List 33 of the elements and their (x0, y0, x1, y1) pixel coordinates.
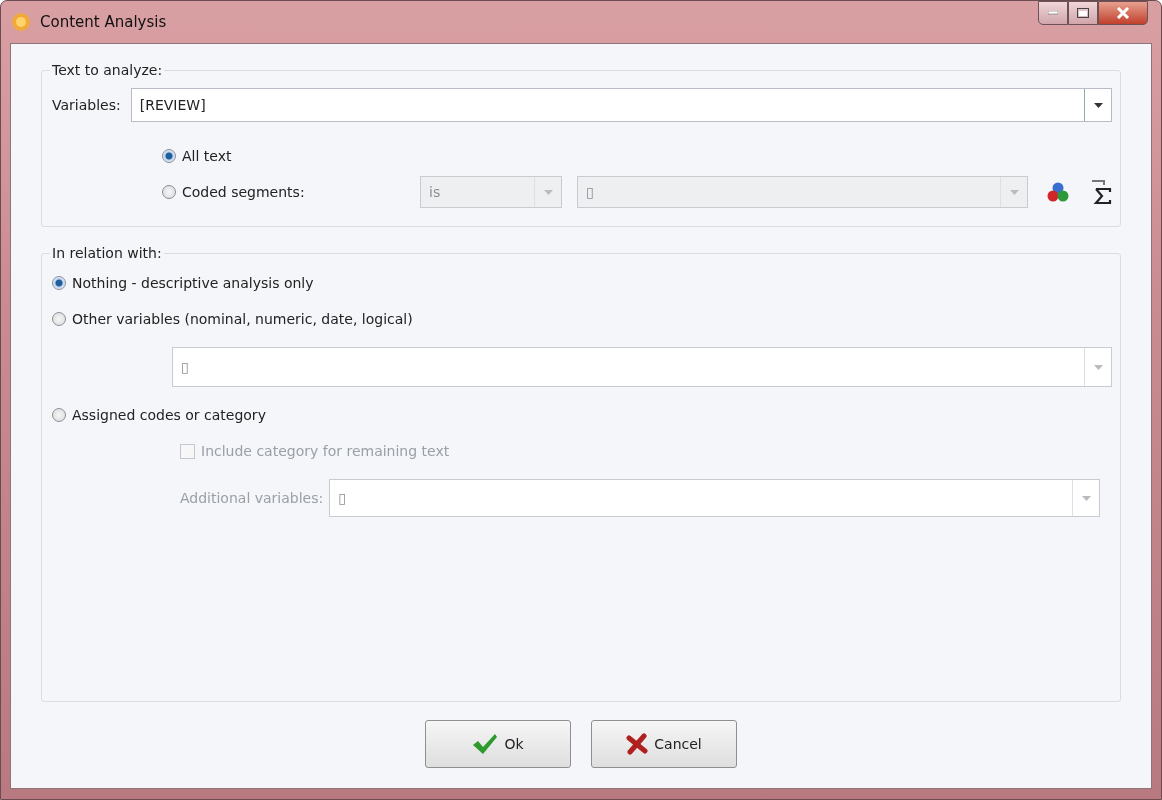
group-title: Text to analyze: (51, 62, 164, 78)
radio-option[interactable]: Coded segments: (162, 184, 305, 200)
dropdown-arrow-icon (1009, 189, 1019, 195)
group-title: In relation with: (51, 245, 163, 261)
radio-option[interactable]: Nothing - descriptive analysis only (52, 275, 314, 291)
radio-button[interactable] (162, 149, 176, 163)
window-title: Content Analysis (40, 13, 167, 31)
maximize-icon (1077, 8, 1089, 18)
field-label: Additional variables: (180, 490, 324, 506)
radio-option[interactable]: All text (162, 148, 232, 164)
radio-option[interactable]: Assigned codes or category (52, 407, 266, 423)
variables-dropdown[interactable]: [REVIEW] (130, 88, 1112, 122)
ok-button[interactable]: Ok (425, 720, 571, 768)
app-icon (10, 11, 32, 33)
minimize-button[interactable] (1038, 1, 1068, 25)
dropdown-arrow-icon (1093, 102, 1103, 108)
code-colors-icon[interactable] (1046, 180, 1070, 204)
dropdown-arrow-icon (1093, 364, 1103, 370)
close-icon (1116, 7, 1130, 19)
radio-button[interactable] (52, 312, 66, 326)
dropdown-arrow-icon (543, 189, 553, 195)
dropdown-arrow-icon (1081, 495, 1091, 501)
radio-button[interactable] (52, 276, 66, 290)
close-icon (626, 733, 649, 755)
radio-button[interactable] (162, 185, 176, 199)
minimize-icon (1048, 11, 1058, 15)
check-icon (472, 733, 499, 755)
field-label: Variables: (52, 97, 121, 113)
radio-button[interactable] (52, 408, 66, 422)
maximize-button[interactable] (1068, 1, 1098, 25)
close-button[interactable] (1098, 1, 1148, 25)
cancel-button[interactable]: Cancel (591, 720, 737, 768)
radio-option[interactable]: Other variables (nominal, numeric, date, logical) (52, 311, 413, 327)
